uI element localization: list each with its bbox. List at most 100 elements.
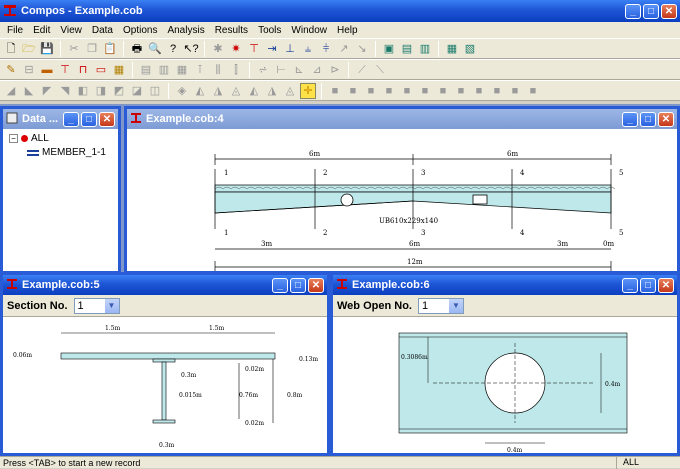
maximize-button[interactable]: □ xyxy=(643,3,659,19)
tree-close-button[interactable]: ✕ xyxy=(99,111,115,127)
table-icon-2[interactable]: ▥ xyxy=(156,62,172,78)
gray-icon-2[interactable]: ■ xyxy=(345,83,361,99)
result-icon-3[interactable]: ◤ xyxy=(39,83,55,99)
menu-options[interactable]: Options xyxy=(118,25,162,36)
web-close-button[interactable]: ✕ xyxy=(658,277,674,293)
gray-icon-5[interactable]: ■ xyxy=(399,83,415,99)
menu-help[interactable]: Help xyxy=(332,25,363,36)
result-icon-4[interactable]: ◥ xyxy=(57,83,73,99)
slab-icon[interactable]: ▬ xyxy=(39,62,55,78)
steel-icon[interactable]: ⊤ xyxy=(57,62,73,78)
new-icon[interactable]: 🗋 xyxy=(3,41,19,57)
check-icon[interactable]: ⇥ xyxy=(264,41,280,57)
dim-icon-3[interactable]: ◮ xyxy=(210,83,226,99)
print-icon[interactable]: 🖶 xyxy=(129,41,145,57)
studs-icon[interactable]: ▭ xyxy=(93,62,109,78)
arrow-icon[interactable]: ↗ xyxy=(336,41,352,57)
table-icon-6[interactable]: ⫿ xyxy=(228,62,244,78)
result-icon-7[interactable]: ◩ xyxy=(111,83,127,99)
elev-minimize-button[interactable]: _ xyxy=(622,111,638,127)
chevron-down-icon[interactable]: ▼ xyxy=(104,298,119,313)
minimize-button[interactable]: _ xyxy=(625,3,641,19)
wizard-icon[interactable]: ✱ xyxy=(210,41,226,57)
load-icon-2[interactable]: ⊢ xyxy=(273,62,289,78)
web-open-no-combo[interactable]: 1 ▼ xyxy=(417,297,464,314)
collapse-icon[interactable]: − xyxy=(9,134,18,143)
beam-icon[interactable]: ⊥ xyxy=(282,41,298,57)
rebar-icon[interactable]: ⊓ xyxy=(75,62,91,78)
result-icon-6[interactable]: ◨ xyxy=(93,83,109,99)
gray-icon-11[interactable]: ■ xyxy=(507,83,523,99)
web-minimize-button[interactable]: _ xyxy=(622,277,638,293)
menu-edit[interactable]: Edit xyxy=(28,25,55,36)
gray-icon-9[interactable]: ■ xyxy=(471,83,487,99)
tree-minimize-button[interactable]: _ xyxy=(63,111,79,127)
result-icon-1[interactable]: ◢ xyxy=(3,83,19,99)
dim-icon-1[interactable]: ◈ xyxy=(174,83,190,99)
cut-icon[interactable]: ✂ xyxy=(66,41,82,57)
gray-icon-1[interactable]: ■ xyxy=(327,83,343,99)
menu-view[interactable]: View xyxy=(55,25,87,36)
gray-icon-10[interactable]: ■ xyxy=(489,83,505,99)
menu-data[interactable]: Data xyxy=(87,25,118,36)
table-icon-3[interactable]: ▦ xyxy=(174,62,190,78)
chart-icon-2[interactable]: ⟍ xyxy=(372,62,388,78)
save-icon[interactable]: 💾 xyxy=(39,41,55,57)
chart-icon-1[interactable]: ⟋ xyxy=(354,62,370,78)
context-help-icon[interactable]: ↖? xyxy=(183,41,199,57)
gray-icon-12[interactable]: ■ xyxy=(525,83,541,99)
grid-icon[interactable]: ▦ xyxy=(111,62,127,78)
tree-item-member[interactable]: MEMBER_1-1 xyxy=(27,147,118,158)
view-icon-5[interactable]: ▧ xyxy=(462,41,478,57)
dim-icon-4[interactable]: ◬ xyxy=(228,83,244,99)
load-icon-3[interactable]: ⊾ xyxy=(291,62,307,78)
help-icon[interactable]: ? xyxy=(165,41,181,57)
tree-root[interactable]: − ALL xyxy=(9,133,118,144)
elev-maximize-button[interactable]: □ xyxy=(640,111,656,127)
sec-maximize-button[interactable]: □ xyxy=(290,277,306,293)
member-add-icon[interactable]: ⫩ xyxy=(318,41,334,57)
table-icon-1[interactable]: ▤ xyxy=(138,62,154,78)
menu-file[interactable]: File xyxy=(2,25,28,36)
edit-icon[interactable]: ✎ xyxy=(3,62,19,78)
gray-icon-6[interactable]: ■ xyxy=(417,83,433,99)
sec-minimize-button[interactable]: _ xyxy=(272,277,288,293)
gray-icon-8[interactable]: ■ xyxy=(453,83,469,99)
result-icon-5[interactable]: ◧ xyxy=(75,83,91,99)
copy-icon[interactable]: ❐ xyxy=(84,41,100,57)
section-icon[interactable]: ⊟ xyxy=(21,62,37,78)
result-icon-8[interactable]: ◪ xyxy=(129,83,145,99)
gray-icon-4[interactable]: ■ xyxy=(381,83,397,99)
analyse-icon[interactable]: ✷ xyxy=(228,41,244,57)
result-icon-9[interactable]: ◫ xyxy=(147,83,163,99)
menu-analysis[interactable]: Analysis xyxy=(162,25,209,36)
view-icon-1[interactable]: ▣ xyxy=(381,41,397,57)
gray-icon-7[interactable]: ■ xyxy=(435,83,451,99)
view-icon-4[interactable]: ▦ xyxy=(444,41,460,57)
menu-window[interactable]: Window xyxy=(286,25,332,36)
load-icon-5[interactable]: ⊳ xyxy=(327,62,343,78)
member-icon[interactable]: ⫨ xyxy=(300,41,316,57)
chevron-down-icon[interactable]: ▼ xyxy=(448,298,463,313)
open-icon[interactable]: 🗁 xyxy=(21,41,37,57)
table-icon-5[interactable]: ⫼ xyxy=(210,62,226,78)
table-icon-4[interactable]: ⊺ xyxy=(192,62,208,78)
view-icon-3[interactable]: ▥ xyxy=(417,41,433,57)
dim-icon-6[interactable]: ◮ xyxy=(264,83,280,99)
result-icon-2[interactable]: ◣ xyxy=(21,83,37,99)
web-maximize-button[interactable]: □ xyxy=(640,277,656,293)
dim-icon-5[interactable]: ◭ xyxy=(246,83,262,99)
section-no-combo[interactable]: 1 ▼ xyxy=(73,297,120,314)
sec-close-button[interactable]: ✕ xyxy=(308,277,324,293)
menu-tools[interactable]: Tools xyxy=(253,25,286,36)
print-preview-icon[interactable]: 🔍 xyxy=(147,41,163,57)
elev-close-button[interactable]: ✕ xyxy=(658,111,674,127)
close-button[interactable]: ✕ xyxy=(661,3,677,19)
view-icon-2[interactable]: ▤ xyxy=(399,41,415,57)
design-icon[interactable]: ⊤ xyxy=(246,41,262,57)
arrow2-icon[interactable]: ↘ xyxy=(354,41,370,57)
gray-icon-3[interactable]: ■ xyxy=(363,83,379,99)
dim-icon-7[interactable]: ◬ xyxy=(282,83,298,99)
fit-icon[interactable]: ✛ xyxy=(300,82,316,99)
dim-icon-2[interactable]: ◭ xyxy=(192,83,208,99)
